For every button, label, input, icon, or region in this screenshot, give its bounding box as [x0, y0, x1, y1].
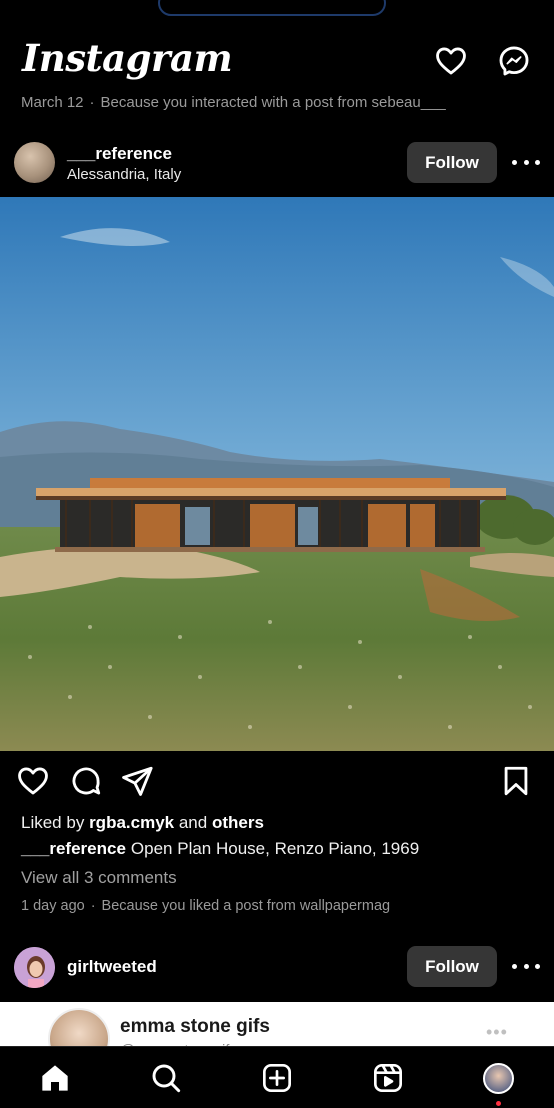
suggestion-reason: Because you interacted with a post from … [100, 94, 446, 111]
likes-others[interactable]: others [212, 813, 264, 832]
reels-icon[interactable] [372, 1062, 404, 1094]
follow-button[interactable]: Follow [407, 142, 497, 183]
avatar[interactable] [14, 947, 55, 988]
follow-button[interactable]: Follow [407, 946, 497, 987]
profile-avatar[interactable] [483, 1063, 514, 1094]
create-icon[interactable] [261, 1062, 293, 1094]
caption-username[interactable]: ___reference [21, 839, 126, 858]
likes-user[interactable]: rgba.cmyk [89, 813, 174, 832]
avatar[interactable] [14, 142, 55, 183]
separator-dot: · [89, 94, 95, 111]
post-header: girltweeted Follow [0, 942, 554, 992]
post-header: ___reference Alessandria, Italy Follow [0, 138, 554, 188]
heart-icon[interactable] [434, 44, 468, 78]
post-username[interactable]: girltweeted [67, 957, 157, 977]
post-actions [0, 764, 554, 802]
post-image[interactable] [0, 197, 554, 751]
instagram-logo[interactable]: Instagram [22, 36, 233, 80]
likes-summary[interactable]: Liked by rgba.cmyk and others [21, 813, 264, 833]
post-username[interactable]: ___reference [67, 144, 172, 164]
top-bar: Instagram [0, 24, 554, 92]
bookmark-icon[interactable] [499, 764, 533, 798]
suggestion-context: March 12 · Because you interacted with a p… [21, 94, 446, 111]
likes-connector: and [178, 813, 208, 832]
card-name: emma stone gifs [120, 1016, 270, 1037]
view-comments-link[interactable]: View all 3 comments [21, 868, 177, 888]
search-icon[interactable] [150, 1062, 182, 1094]
post-location[interactable]: Alessandria, Italy [67, 166, 181, 183]
home-icon[interactable] [39, 1062, 71, 1094]
caption-text: Open Plan House, Renzo Piano, 1969 [130, 839, 420, 858]
post-caption: ___reference Open Plan House, Renzo Piano… [21, 839, 419, 859]
share-icon[interactable] [120, 764, 154, 798]
house-photo [0, 197, 554, 751]
likes-prefix: Liked by [21, 813, 85, 832]
notification-dot [496, 1101, 501, 1106]
more-options-icon[interactable] [512, 150, 540, 174]
dynamic-island [158, 0, 386, 16]
messenger-icon[interactable] [497, 44, 531, 78]
suggestion-date: March 12 [21, 94, 84, 111]
bottom-navigation [0, 1046, 554, 1108]
like-heart-icon[interactable] [16, 764, 50, 798]
post-time: 1 day ago [21, 898, 85, 914]
more-options-icon[interactable] [512, 954, 540, 978]
separator-dot: · [90, 898, 96, 914]
post-reason: Because you liked a post from wallpaperm… [101, 898, 391, 914]
card-more-icon: ••• [486, 1022, 508, 1042]
comment-icon[interactable] [69, 764, 103, 798]
post-meta: 1 day ago · Because you liked a post from … [21, 898, 390, 914]
